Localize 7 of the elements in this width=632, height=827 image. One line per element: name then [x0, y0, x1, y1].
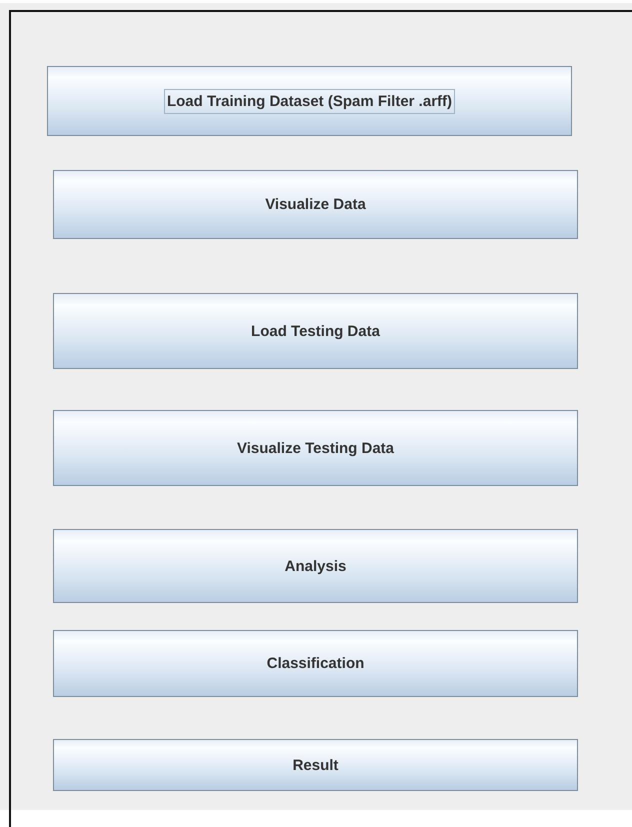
action-button[interactable]: Visualize Data	[53, 170, 578, 239]
action-button[interactable]: Load Training Dataset (Spam Filter .arff)	[47, 66, 572, 136]
action-button[interactable]: Analysis	[53, 529, 578, 603]
action-button[interactable]: Result	[53, 739, 578, 791]
action-button[interactable]: Load Testing Data	[53, 293, 578, 369]
action-button[interactable]: Visualize Testing Data	[53, 410, 578, 486]
action-button[interactable]: Classification	[53, 630, 578, 697]
